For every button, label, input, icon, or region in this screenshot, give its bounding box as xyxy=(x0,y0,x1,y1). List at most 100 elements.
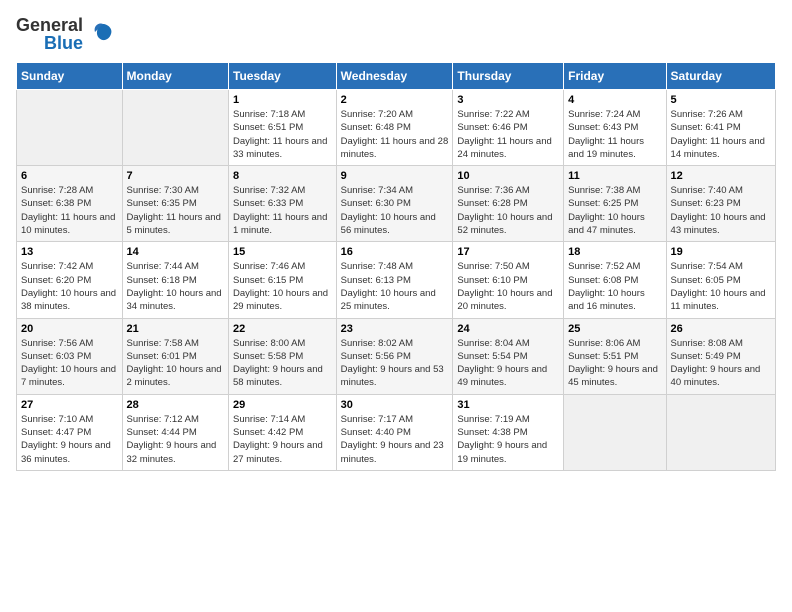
day-detail: Sunrise: 8:06 AMSunset: 5:51 PMDaylight:… xyxy=(568,337,661,390)
logo: General Blue xyxy=(16,16,117,52)
day-header-saturday: Saturday xyxy=(666,63,775,90)
day-detail: Sunrise: 7:26 AMSunset: 6:41 PMDaylight:… xyxy=(671,108,771,161)
day-detail: Sunrise: 7:50 AMSunset: 6:10 PMDaylight:… xyxy=(457,260,559,313)
calendar-cell: 21 Sunrise: 7:58 AMSunset: 6:01 PMDayligh… xyxy=(122,318,228,394)
day-detail: Sunrise: 7:17 AMSunset: 4:40 PMDaylight:… xyxy=(341,413,449,466)
calendar-cell: 18Sunrise: 7:52 AMSunset: 6:08 PMDayligh… xyxy=(564,242,666,318)
day-number: 12 xyxy=(671,170,771,182)
day-number: 31 xyxy=(457,399,559,411)
day-number: 27 xyxy=(21,399,118,411)
calendar-header-row: SundayMondayTuesdayWednesdayThursdayFrid… xyxy=(17,63,776,90)
day-detail: Sunrise: 7:28 AMSunset: 6:38 PMDaylight:… xyxy=(21,184,118,237)
day-detail: Sunrise: 8:08 AMSunset: 5:49 PMDaylight:… xyxy=(671,337,771,390)
calendar-cell: 3 Sunrise: 7:22 AMSunset: 6:46 PMDaylight… xyxy=(453,90,564,166)
calendar-cell: 15 Sunrise: 7:46 AMSunset: 6:15 PMDayligh… xyxy=(229,242,337,318)
calendar-cell: 12 Sunrise: 7:40 AMSunset: 6:23 PMDayligh… xyxy=(666,166,775,242)
day-number: 29 xyxy=(233,399,332,411)
day-detail: Sunrise: 7:20 AMSunset: 6:48 PMDaylight:… xyxy=(341,108,449,161)
calendar-cell xyxy=(122,90,228,166)
calendar-cell: 20Sunrise: 7:56 AMSunset: 6:03 PMDayligh… xyxy=(17,318,123,394)
day-number: 28 xyxy=(127,399,224,411)
day-number: 13 xyxy=(21,246,118,258)
logo-general: General xyxy=(16,16,83,34)
day-number: 18 xyxy=(568,246,661,258)
day-number: 10 xyxy=(457,170,559,182)
day-detail: Sunrise: 7:10 AMSunset: 4:47 PMDaylight:… xyxy=(21,413,118,466)
calendar-week-row: 27 Sunrise: 7:10 AMSunset: 4:47 PMDayligh… xyxy=(17,394,776,470)
calendar-cell: 30 Sunrise: 7:17 AMSunset: 4:40 PMDayligh… xyxy=(336,394,453,470)
calendar-week-row: 1 Sunrise: 7:18 AMSunset: 6:51 PMDaylight… xyxy=(17,90,776,166)
day-number: 5 xyxy=(671,94,771,106)
day-detail: Sunrise: 7:18 AMSunset: 6:51 PMDaylight:… xyxy=(233,108,332,161)
day-detail: Sunrise: 7:58 AMSunset: 6:01 PMDaylight:… xyxy=(127,337,224,390)
day-number: 11 xyxy=(568,170,661,182)
calendar-cell: 23 Sunrise: 8:02 AMSunset: 5:56 PMDayligh… xyxy=(336,318,453,394)
calendar-cell: 10 Sunrise: 7:36 AMSunset: 6:28 PMDayligh… xyxy=(453,166,564,242)
calendar-cell: 26 Sunrise: 8:08 AMSunset: 5:49 PMDayligh… xyxy=(666,318,775,394)
day-detail: Sunrise: 7:56 AMSunset: 6:03 PMDaylight:… xyxy=(21,337,118,390)
day-number: 17 xyxy=(457,246,559,258)
day-number: 19 xyxy=(671,246,771,258)
day-detail: Sunrise: 7:32 AMSunset: 6:33 PMDaylight:… xyxy=(233,184,332,237)
calendar-cell: 24Sunrise: 8:04 AMSunset: 5:54 PMDayligh… xyxy=(453,318,564,394)
calendar-cell: 27 Sunrise: 7:10 AMSunset: 4:47 PMDayligh… xyxy=(17,394,123,470)
calendar-cell xyxy=(666,394,775,470)
day-detail: Sunrise: 7:14 AMSunset: 4:42 PMDaylight:… xyxy=(233,413,332,466)
day-detail: Sunrise: 7:46 AMSunset: 6:15 PMDaylight:… xyxy=(233,260,332,313)
day-number: 21 xyxy=(127,323,224,335)
calendar-cell: 17 Sunrise: 7:50 AMSunset: 6:10 PMDayligh… xyxy=(453,242,564,318)
calendar-cell: 2 Sunrise: 7:20 AMSunset: 6:48 PMDaylight… xyxy=(336,90,453,166)
day-number: 4 xyxy=(568,94,661,106)
day-number: 26 xyxy=(671,323,771,335)
day-detail: Sunrise: 7:12 AMSunset: 4:44 PMDaylight:… xyxy=(127,413,224,466)
calendar-week-row: 20Sunrise: 7:56 AMSunset: 6:03 PMDayligh… xyxy=(17,318,776,394)
day-number: 30 xyxy=(341,399,449,411)
calendar-cell: 9Sunrise: 7:34 AMSunset: 6:30 PMDaylight… xyxy=(336,166,453,242)
day-number: 15 xyxy=(233,246,332,258)
day-number: 14 xyxy=(127,246,224,258)
day-header-wednesday: Wednesday xyxy=(336,63,453,90)
calendar-cell: 28 Sunrise: 7:12 AMSunset: 4:44 PMDayligh… xyxy=(122,394,228,470)
day-detail: Sunrise: 7:22 AMSunset: 6:46 PMDaylight:… xyxy=(457,108,559,161)
day-number: 1 xyxy=(233,94,332,106)
day-detail: Sunrise: 7:44 AMSunset: 6:18 PMDaylight:… xyxy=(127,260,224,313)
day-detail: Sunrise: 7:42 AMSunset: 6:20 PMDaylight:… xyxy=(21,260,118,313)
calendar-cell xyxy=(564,394,666,470)
day-detail: Sunrise: 7:48 AMSunset: 6:13 PMDaylight:… xyxy=(341,260,449,313)
header: General Blue xyxy=(16,16,776,52)
day-number: 7 xyxy=(127,170,224,182)
calendar-cell: 16Sunrise: 7:48 AMSunset: 6:13 PMDayligh… xyxy=(336,242,453,318)
day-number: 22 xyxy=(233,323,332,335)
calendar-cell: 14 Sunrise: 7:44 AMSunset: 6:18 PMDayligh… xyxy=(122,242,228,318)
calendar-week-row: 6 Sunrise: 7:28 AMSunset: 6:38 PMDaylight… xyxy=(17,166,776,242)
day-number: 23 xyxy=(341,323,449,335)
day-number: 6 xyxy=(21,170,118,182)
day-number: 8 xyxy=(233,170,332,182)
calendar-cell xyxy=(17,90,123,166)
day-detail: Sunrise: 8:04 AMSunset: 5:54 PMDaylight:… xyxy=(457,337,559,390)
calendar-cell: 31 Sunrise: 7:19 AMSunset: 4:38 PMDayligh… xyxy=(453,394,564,470)
day-detail: Sunrise: 7:40 AMSunset: 6:23 PMDaylight:… xyxy=(671,184,771,237)
calendar-table: SundayMondayTuesdayWednesdayThursdayFrid… xyxy=(16,62,776,471)
day-header-thursday: Thursday xyxy=(453,63,564,90)
day-detail: Sunrise: 7:36 AMSunset: 6:28 PMDaylight:… xyxy=(457,184,559,237)
calendar-cell: 8 Sunrise: 7:32 AMSunset: 6:33 PMDaylight… xyxy=(229,166,337,242)
calendar-cell: 4Sunrise: 7:24 AMSunset: 6:43 PMDaylight… xyxy=(564,90,666,166)
day-number: 2 xyxy=(341,94,449,106)
calendar-cell: 22 Sunrise: 8:00 AMSunset: 5:58 PMDayligh… xyxy=(229,318,337,394)
day-detail: Sunrise: 7:30 AMSunset: 6:35 PMDaylight:… xyxy=(127,184,224,237)
day-header-friday: Friday xyxy=(564,63,666,90)
day-header-sunday: Sunday xyxy=(17,63,123,90)
day-header-tuesday: Tuesday xyxy=(229,63,337,90)
day-number: 3 xyxy=(457,94,559,106)
day-detail: Sunrise: 7:19 AMSunset: 4:38 PMDaylight:… xyxy=(457,413,559,466)
day-header-monday: Monday xyxy=(122,63,228,90)
day-detail: Sunrise: 7:38 AMSunset: 6:25 PMDaylight:… xyxy=(568,184,661,237)
day-number: 9 xyxy=(341,170,449,182)
calendar-week-row: 13 Sunrise: 7:42 AMSunset: 6:20 PMDayligh… xyxy=(17,242,776,318)
calendar-cell: 7 Sunrise: 7:30 AMSunset: 6:35 PMDaylight… xyxy=(122,166,228,242)
day-detail: Sunrise: 8:00 AMSunset: 5:58 PMDaylight:… xyxy=(233,337,332,390)
calendar-cell: 25Sunrise: 8:06 AMSunset: 5:51 PMDayligh… xyxy=(564,318,666,394)
day-detail: Sunrise: 7:54 AMSunset: 6:05 PMDaylight:… xyxy=(671,260,771,313)
day-detail: Sunrise: 8:02 AMSunset: 5:56 PMDaylight:… xyxy=(341,337,449,390)
